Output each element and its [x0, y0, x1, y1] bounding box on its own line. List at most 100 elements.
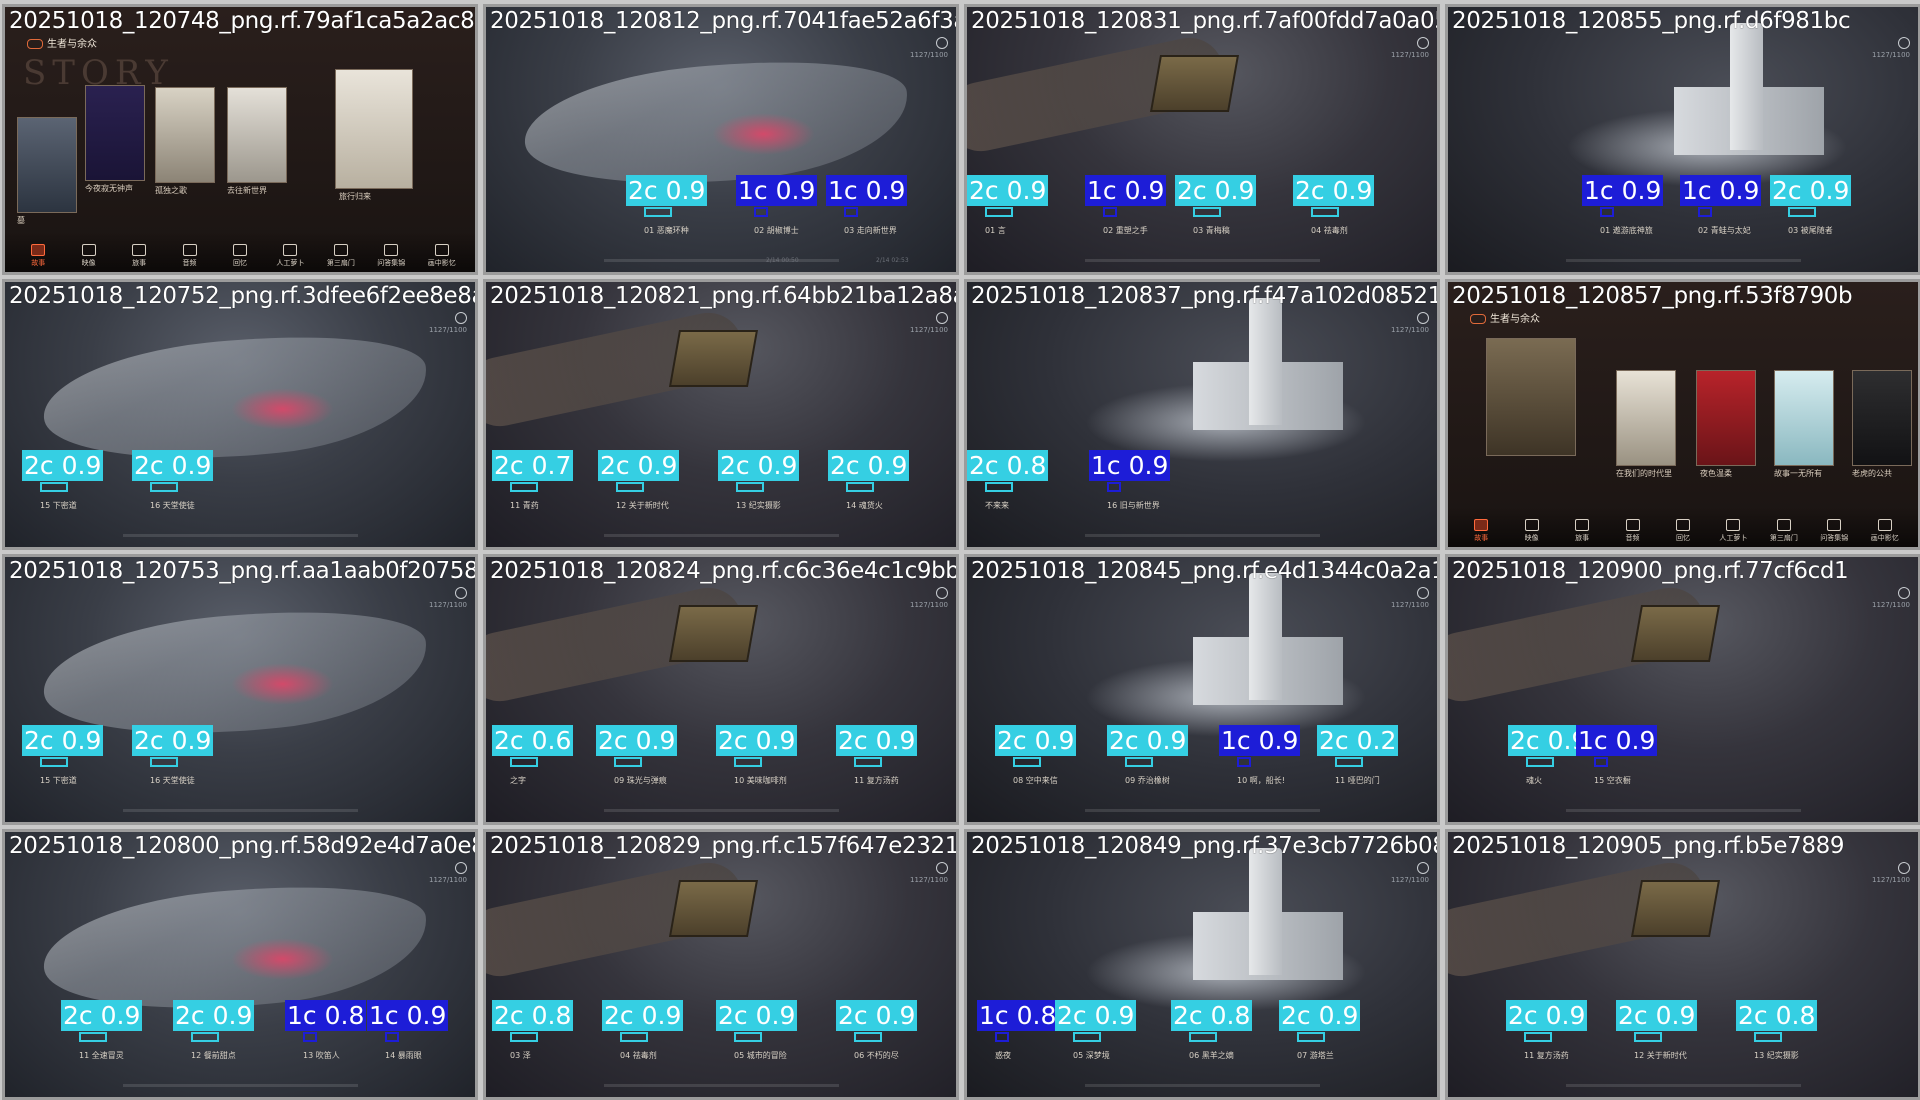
story-node-label[interactable]: 12 关于新时代	[1634, 1050, 1687, 1061]
menu-item-7[interactable]: 问答集锦	[1819, 519, 1849, 543]
result-tile[interactable]: 20251018_120845_png.rf.e4d1344c0a2a1a0f 1…	[964, 554, 1440, 825]
menu-item-2[interactable]: 旅事	[124, 244, 154, 268]
menu-item-4[interactable]: 回忆	[1668, 519, 1698, 543]
story-node-label[interactable]: 13 纪实摄影	[736, 500, 781, 511]
story-node-label[interactable]: 05 深梦境	[1073, 1050, 1110, 1061]
story-node-label[interactable]: 05 城市的冒险	[734, 1050, 787, 1061]
story-node-label[interactable]: 11 全速冒灵	[79, 1050, 124, 1061]
story-node-label[interactable]: 01 恶魔环种	[644, 225, 689, 236]
menu-item-8[interactable]: 画中影忆	[427, 244, 457, 268]
story-node-label[interactable]: 09 乔治橡树	[1125, 775, 1170, 786]
story-node-label[interactable]: 06 不朽的尽	[854, 1050, 899, 1061]
menu-item-7[interactable]: 问答集锦	[376, 244, 406, 268]
menu-item-5[interactable]: 人工萝卜	[1718, 519, 1748, 543]
story-node-label[interactable]: 14 魂货火	[846, 500, 883, 511]
story-node-label[interactable]: 06 黑羊之嫡	[1189, 1050, 1234, 1061]
story-node-label[interactable]: 12 关于新时代	[616, 500, 669, 511]
story-card[interactable]	[1852, 370, 1912, 466]
story-node-label[interactable]: 14 暴雨眼	[385, 1050, 422, 1061]
story-node-label[interactable]: 01 言	[985, 225, 1006, 236]
result-tile[interactable]: 20251018_120857_png.rf.53f8790b 生者与余众 在我们的…	[1445, 279, 1920, 550]
settings-ring-icon[interactable]	[1898, 587, 1910, 599]
result-tile[interactable]: 20251018_120821_png.rf.64bb21ba12a8a3c8 1…	[483, 279, 959, 550]
result-tile[interactable]: 20251018_120831_png.rf.7af00fdd7a0a05bf 1…	[964, 4, 1440, 275]
result-tile[interactable]: 20251018_120829_png.rf.c157f647e2321b69 1…	[483, 829, 959, 1100]
story-node-label[interactable]: 11 复方汤药	[1524, 1050, 1569, 1061]
story-node-label[interactable]: 11 青药	[510, 500, 539, 511]
story-node-label[interactable]: 09 珠光与弹痕	[614, 775, 667, 786]
story-node-label[interactable]: 之字	[510, 775, 526, 786]
result-tile[interactable]: 20251018_120753_png.rf.aa1aab0f2075845e 1…	[2, 554, 478, 825]
settings-ring-icon[interactable]	[936, 862, 948, 874]
story-node-label[interactable]: 15 下密道	[40, 500, 77, 511]
menu-item-5[interactable]: 人工萝卜	[275, 244, 305, 268]
result-tile[interactable]: 20251018_120849_png.rf.37e3cb7726b08a3a 1…	[964, 829, 1440, 1100]
story-node-label[interactable]: 12 餐前甜点	[191, 1050, 236, 1061]
result-tile[interactable]: 20251018_120748_png.rf.79af1ca5a2ac8bae S…	[2, 4, 478, 275]
settings-ring-icon[interactable]	[1898, 37, 1910, 49]
menu-item-8[interactable]: 画中影忆	[1870, 519, 1900, 543]
menu-item-6[interactable]: 第三扇门	[1769, 519, 1799, 543]
story-node-label[interactable]: 13 纪实摄影	[1754, 1050, 1799, 1061]
story-node-label[interactable]: 13 吹笛人	[303, 1050, 340, 1061]
story-card[interactable]	[227, 87, 287, 183]
result-tile[interactable]: 20251018_120824_png.rf.c6c36e4c1c9bb0b8 1…	[483, 554, 959, 825]
story-node-label[interactable]: 15 下密道	[40, 775, 77, 786]
menu-item-1[interactable]: 映像	[1517, 519, 1547, 543]
story-node-label[interactable]: 08 空中来信	[1013, 775, 1058, 786]
menu-item-1[interactable]: 映像	[74, 244, 104, 268]
story-node-label[interactable]: 11 哑巴的门	[1335, 775, 1380, 786]
story-node-label[interactable]: 07 游塔兰	[1297, 1050, 1334, 1061]
story-node-label[interactable]: 15 空衣橱	[1594, 775, 1631, 786]
story-node-label[interactable]: 16 天堂使徒	[150, 500, 195, 511]
story-card[interactable]	[1774, 370, 1834, 466]
story-node-label[interactable]: 16 旧与新世界	[1107, 500, 1160, 511]
result-tile[interactable]: 20251018_120800_png.rf.58d92e4d7a0e8e86 1…	[2, 829, 478, 1100]
settings-ring-icon[interactable]	[455, 587, 467, 599]
settings-ring-icon[interactable]	[455, 312, 467, 324]
settings-ring-icon[interactable]	[936, 37, 948, 49]
story-card[interactable]	[335, 69, 413, 189]
back-icon[interactable]	[27, 39, 43, 49]
menu-item-0[interactable]: 故事	[23, 244, 53, 268]
story-node-label[interactable]: 惑夜	[995, 1050, 1011, 1061]
settings-ring-icon[interactable]	[1417, 312, 1429, 324]
back-icon[interactable]	[1470, 314, 1486, 324]
settings-ring-icon[interactable]	[936, 312, 948, 324]
menu-item-3[interactable]: 音频	[175, 244, 205, 268]
menu-item-3[interactable]: 音频	[1618, 519, 1648, 543]
story-node-label[interactable]: 10 美味咖啡剂	[734, 775, 787, 786]
story-node-label[interactable]: 04 祛毒剂	[1311, 225, 1348, 236]
story-node-label[interactable]: 魂火	[1526, 775, 1542, 786]
settings-ring-icon[interactable]	[936, 587, 948, 599]
result-tile[interactable]: 20251018_120837_png.rf.f47a102d08521078 1…	[964, 279, 1440, 550]
result-tile[interactable]: 20251018_120900_png.rf.77cf6cd1 1127/1100…	[1445, 554, 1920, 825]
story-node-label[interactable]: 04 祛毒剂	[620, 1050, 657, 1061]
result-tile[interactable]: 20251018_120752_png.rf.3dfee6f2ee8e8a67 1…	[2, 279, 478, 550]
story-card[interactable]	[1616, 370, 1676, 466]
story-node-label[interactable]: 不来来	[985, 500, 1009, 511]
menu-item-4[interactable]: 回忆	[225, 244, 255, 268]
result-tile[interactable]: 20251018_120905_png.rf.b5e7889 1127/1100 1…	[1445, 829, 1920, 1100]
story-node-label[interactable]: 02 重塑之手	[1103, 225, 1148, 236]
story-card[interactable]	[155, 87, 215, 183]
story-node-label[interactable]: 01 遨游底神旅	[1600, 225, 1653, 236]
result-tile[interactable]: 20251018_120812_png.rf.7041fae52a6f3a82 1…	[483, 4, 959, 275]
story-node-label[interactable]: 03 被尾随者	[1788, 225, 1833, 236]
story-node-label[interactable]: 11 复方汤药	[854, 775, 899, 786]
story-node-label[interactable]: 03 青梅稿	[1193, 225, 1230, 236]
story-node-label[interactable]: 10 啊，船长!	[1237, 775, 1285, 786]
menu-item-0[interactable]: 故事	[1466, 519, 1496, 543]
menu-item-2[interactable]: 旅事	[1567, 519, 1597, 543]
settings-ring-icon[interactable]	[455, 862, 467, 874]
result-tile[interactable]: 20251018_120855_png.rf.d6f981bc 1127/1100…	[1445, 4, 1920, 275]
menu-item-6[interactable]: 第三扇门	[326, 244, 356, 268]
settings-ring-icon[interactable]	[1898, 862, 1910, 874]
story-node-label[interactable]: 02 青蛙与太妃	[1698, 225, 1751, 236]
settings-ring-icon[interactable]	[1417, 862, 1429, 874]
story-node-label[interactable]: 02 胡椒博士	[754, 225, 799, 236]
story-card[interactable]	[1486, 338, 1576, 456]
story-node-label[interactable]: 16 天堂使徒	[150, 775, 195, 786]
story-card[interactable]	[85, 85, 145, 181]
story-node-label[interactable]: 03 走向新世界	[844, 225, 897, 236]
